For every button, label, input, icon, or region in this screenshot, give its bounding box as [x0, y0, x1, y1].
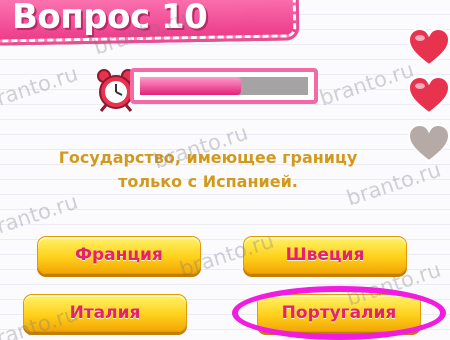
watermark-text: branto.ru: [316, 57, 417, 111]
answer-button-3[interactable]: Италия: [23, 294, 187, 332]
page-title: Вопрос 10: [12, 0, 208, 37]
watermark-text: branto.ru: [0, 61, 81, 115]
answer-button-4[interactable]: Португалия: [257, 294, 421, 332]
timer-fill: [140, 77, 241, 95]
heart-full-icon: [408, 76, 450, 115]
heart-empty-icon: [408, 124, 450, 163]
watermark-text: branto.ru: [0, 189, 81, 243]
question-line-1: Государство, имеющее границу: [58, 148, 358, 167]
question-line-2: только с Испанией.: [118, 172, 298, 191]
heart-full-icon: [408, 28, 450, 67]
question-text: Государство, имеющее границу только с Ис…: [30, 146, 386, 194]
lives-indicator: [408, 28, 450, 172]
answer-button-2[interactable]: Швеция: [243, 236, 407, 274]
timer-bar: [130, 68, 318, 104]
answer-button-1[interactable]: Франция: [37, 236, 201, 274]
